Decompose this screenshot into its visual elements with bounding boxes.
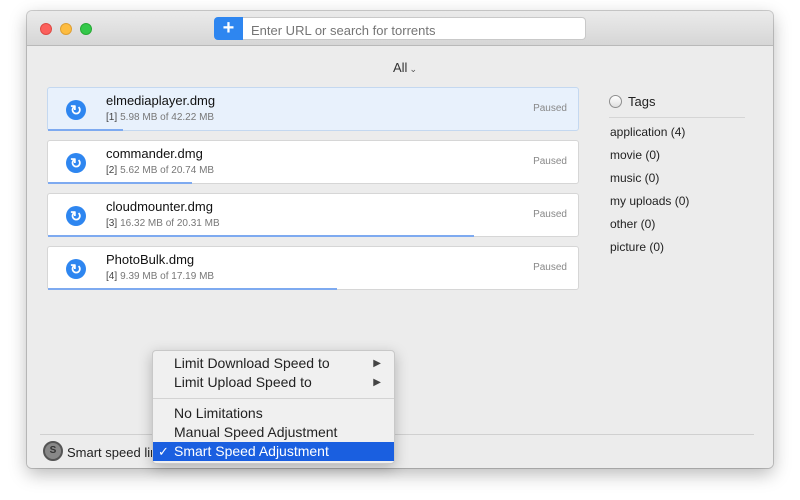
torrent-index: [4] [106,271,118,282]
tags-title: Tags [628,94,656,109]
menu-item-label: Limit Download Speed to [174,355,330,371]
torrent-row[interactable]: ↻ PhotoBulk.dmg [4] 9.39 MB of 17.19 MB P… [47,246,579,290]
minimize-window-button[interactable] [60,23,72,35]
add-torrent-button[interactable]: + [214,17,243,40]
submenu-arrow-icon: ▶ [373,377,381,388]
tag-item-movie[interactable]: movie (0) [610,148,689,171]
torrent-size: 5.98 MB of 42.22 MB [120,112,215,123]
torrent-row[interactable]: ↻ cloudmounter.dmg [3] 16.32 MB of 20.31 … [47,193,579,237]
torrent-size: 5.62 MB of 20.74 MB [120,165,215,176]
torrent-status: Paused [533,262,567,273]
torrent-info: [1] 5.98 MB of 42.22 MB [106,112,214,123]
torrent-size: 16.32 MB of 20.31 MB [120,218,220,229]
main-content: All ⌄ ↻ elmediaplayer.dmg [1] 5.98 MB of 4… [27,47,773,468]
menu-item-no-limitations[interactable]: No Limitations [153,404,394,423]
speed-limit-icon[interactable]: S [43,441,63,461]
torrent-status: Paused [533,103,567,114]
zoom-window-button[interactable] [80,23,92,35]
menu-item-smart-speed[interactable]: ✓ Smart Speed Adjustment [153,442,394,461]
torrent-info: [3] 16.32 MB of 20.31 MB [106,218,220,229]
menu-item-label: Manual Speed Adjustment [174,424,338,440]
menu-item-limit-download[interactable]: Limit Download Speed to ▶ [153,354,394,373]
app-window: + All⌄ ↻ elmediaplayer.dmg [1]5.98 MB of… [27,11,773,468]
title-bar: + [27,11,773,46]
torrent-index: [2] [106,165,118,176]
menu-item-manual-speed[interactable]: Manual Speed Adjustment [153,423,394,442]
speed-context-menu: Limit Download Speed to ▶ Limit Upload S… [152,350,395,464]
menu-item-label: Limit Upload Speed to [174,374,312,390]
torrent-index: [1] [106,112,118,123]
progress-bar [48,235,475,237]
resume-icon[interactable]: ↻ [66,259,86,279]
search-input[interactable] [243,17,586,40]
menu-item-limit-upload[interactable]: Limit Upload Speed to ▶ [153,373,394,392]
filter-label: All [393,60,408,75]
chevron-down-icon: ⌄ [409,64,417,74]
bottom-divider [40,434,754,435]
submenu-arrow-icon: ▶ [373,358,381,369]
torrent-list: ↻ elmediaplayer.dmg [1] 5.98 MB of 42.22 … [47,87,579,299]
menu-item-label: Smart Speed Adjustment [174,443,329,459]
torrent-index: [3] [106,218,118,229]
tags-list: application (4) movie (0) music (0) my u… [610,125,689,263]
tags-header: Tags [609,94,745,118]
filter-dropdown[interactable]: All ⌄ [393,60,417,75]
progress-bar [48,182,192,184]
torrent-name: commander.dmg [106,146,203,161]
resume-icon[interactable]: ↻ [66,153,86,173]
resume-icon[interactable]: ↻ [66,206,86,226]
torrent-name: PhotoBulk.dmg [106,252,195,267]
torrent-size: 9.39 MB of 17.19 MB [120,271,215,282]
checkmark-icon: ✓ [158,444,169,459]
tag-item-picture[interactable]: picture (0) [610,240,689,263]
menu-item-label: No Limitations [174,405,263,421]
progress-bar [48,288,338,290]
torrent-row[interactable]: ↻ commander.dmg [2] 5.62 MB of 20.74 MB P… [47,140,579,184]
torrent-name: cloudmounter.dmg [106,199,213,214]
progress-bar [48,129,124,131]
torrent-info: [2] 5.62 MB of 20.74 MB [106,165,214,176]
tags-toggle-radio[interactable] [609,95,622,108]
tag-item-my-uploads[interactable]: my uploads (0) [610,194,689,217]
torrent-status: Paused [533,156,567,167]
tag-item-other[interactable]: other (0) [610,217,689,240]
tag-item-application[interactable]: application (4) [610,125,689,148]
close-window-button[interactable] [40,23,52,35]
tag-item-music[interactable]: music (0) [610,171,689,194]
speed-limit-label[interactable]: Smart speed limits [67,445,154,460]
torrent-info: [4] 9.39 MB of 17.19 MB [106,271,214,282]
resume-icon[interactable]: ↻ [66,100,86,120]
menu-separator [153,398,394,399]
torrent-status: Paused [533,209,567,220]
torrent-row[interactable]: ↻ elmediaplayer.dmg [1] 5.98 MB of 42.22 … [47,87,579,131]
torrent-name: elmediaplayer.dmg [106,93,216,108]
